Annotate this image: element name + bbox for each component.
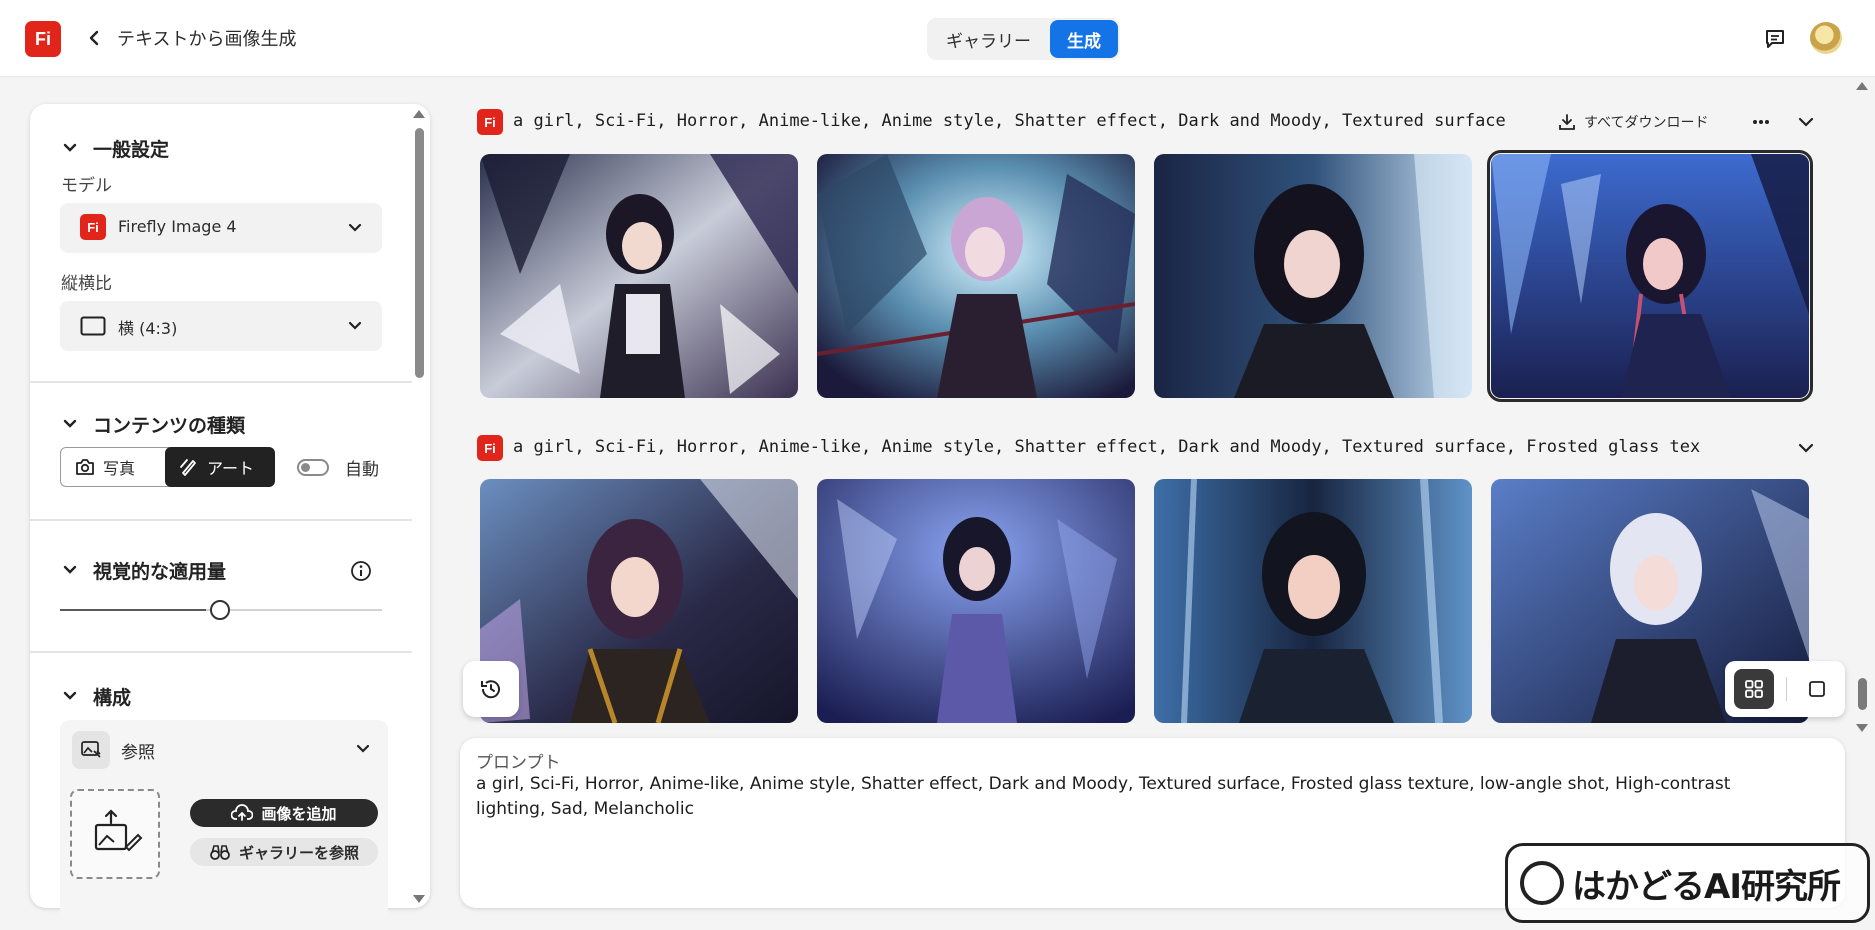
add-image-button[interactable]: 画像を追加 bbox=[190, 799, 378, 827]
section-title-general[interactable]: 一般設定 bbox=[93, 135, 169, 162]
main-scroll-down-icon[interactable] bbox=[1856, 724, 1868, 732]
section-title-composition[interactable]: 構成 bbox=[93, 683, 131, 710]
avatar[interactable] bbox=[1810, 22, 1842, 54]
result-image[interactable] bbox=[480, 154, 798, 398]
chevron-down-icon[interactable] bbox=[1797, 439, 1815, 457]
chevron-down-icon[interactable] bbox=[62, 416, 78, 432]
history-icon bbox=[481, 680, 500, 699]
result-image[interactable] bbox=[1154, 479, 1472, 723]
reference-image-icon bbox=[81, 741, 101, 758]
download-all-label: すべてダウンロード bbox=[1584, 115, 1709, 131]
result-image[interactable] bbox=[817, 154, 1135, 398]
section-title-content-type[interactable]: コンテンツの種類 bbox=[93, 411, 245, 438]
firefly-logo[interactable]: Fi bbox=[25, 21, 61, 57]
watermark-text: はかどるAI研究所 bbox=[1572, 866, 1841, 907]
grid-icon bbox=[1745, 680, 1763, 698]
auto-label: 自動 bbox=[345, 460, 379, 480]
intensity-slider-fill bbox=[60, 609, 206, 611]
toggle-knob bbox=[301, 463, 310, 472]
chevron-down-icon[interactable] bbox=[1797, 113, 1815, 131]
result-image-selected[interactable] bbox=[1487, 150, 1813, 402]
panel-scroll-down-icon[interactable] bbox=[413, 895, 425, 903]
result-image[interactable] bbox=[1154, 154, 1472, 398]
add-image-label: 画像を追加 bbox=[261, 804, 337, 823]
auto-toggle[interactable] bbox=[297, 459, 329, 476]
watermark-logo: はかどるAI研究所 bbox=[1505, 843, 1870, 923]
browse-gallery-button[interactable]: ギャラリーを参照 bbox=[190, 838, 378, 866]
prompt-input[interactable]: a girl, Sci-Fi, Horror, Anime-like, Anim… bbox=[476, 772, 1776, 822]
binoculars-icon bbox=[210, 845, 230, 860]
divider bbox=[30, 381, 412, 383]
cloud-upload-icon bbox=[231, 804, 254, 821]
tab-generate[interactable]: 生成 bbox=[1050, 20, 1118, 58]
reference-upload-zone[interactable] bbox=[70, 789, 160, 879]
chevron-down-icon[interactable] bbox=[62, 562, 78, 578]
prompt-label: プロンプト bbox=[476, 753, 561, 773]
model-value: Firefly Image 4 bbox=[118, 217, 237, 236]
chevron-down-icon[interactable] bbox=[355, 741, 371, 757]
reference-icon-wrap bbox=[72, 731, 110, 769]
model-label: モデル bbox=[61, 176, 112, 196]
firefly-result-icon: Fi bbox=[477, 435, 503, 461]
mode-switch: ギャラリー 生成 bbox=[927, 18, 1120, 60]
camera-icon bbox=[76, 459, 94, 475]
upload-image-icon bbox=[94, 809, 143, 852]
chevron-down-icon[interactable] bbox=[347, 220, 363, 236]
result-prompt: a girl, Sci-Fi, Horror, Anime-like, Anim… bbox=[513, 437, 1701, 457]
info-icon[interactable] bbox=[350, 560, 372, 582]
result-image[interactable] bbox=[480, 479, 798, 723]
firefly-model-icon: Fi bbox=[80, 214, 106, 240]
download-icon bbox=[1559, 114, 1575, 130]
aspect-label: 縦横比 bbox=[61, 274, 112, 294]
divider bbox=[30, 519, 412, 521]
single-view-button[interactable] bbox=[1797, 669, 1837, 709]
divider bbox=[1786, 677, 1787, 701]
aspect-value: 横 (4:3) bbox=[118, 319, 178, 338]
download-all-button[interactable]: すべてダウンロード bbox=[1558, 112, 1708, 132]
photo-chip-label: 写真 bbox=[103, 459, 136, 478]
art-chip-label: アート bbox=[207, 459, 255, 478]
divider bbox=[30, 651, 412, 653]
firefly-result-icon: Fi bbox=[477, 109, 503, 135]
art-chip[interactable]: アート bbox=[165, 447, 275, 487]
brush-icon bbox=[180, 459, 196, 476]
main-scroll-up-icon[interactable] bbox=[1856, 82, 1868, 90]
section-title-visual-intensity[interactable]: 視覚的な適用量 bbox=[93, 557, 226, 584]
square-icon bbox=[1809, 681, 1825, 697]
tab-gallery[interactable]: ギャラリー bbox=[929, 20, 1048, 58]
more-options-icon[interactable] bbox=[1751, 112, 1771, 132]
result-prompt: a girl, Sci-Fi, Horror, Anime-like, Anim… bbox=[513, 111, 1506, 131]
chevron-down-icon[interactable] bbox=[347, 318, 363, 334]
chat-bubble-icon bbox=[1520, 861, 1564, 905]
grid-view-button[interactable] bbox=[1734, 669, 1774, 709]
aspect-dropdown[interactable] bbox=[60, 301, 382, 351]
panel-scroll-up-icon[interactable] bbox=[413, 110, 425, 118]
history-button[interactable] bbox=[463, 661, 519, 717]
chevron-left-icon[interactable] bbox=[84, 28, 104, 48]
page-title: テキストから画像生成 bbox=[117, 29, 297, 50]
main-scrollbar[interactable] bbox=[1858, 678, 1867, 710]
landscape-icon bbox=[80, 316, 106, 336]
top-bar: Fi テキストから画像生成 ギャラリー 生成 bbox=[0, 0, 1875, 77]
browse-gallery-label: ギャラリーを参照 bbox=[238, 843, 359, 862]
feedback-icon[interactable] bbox=[1763, 27, 1787, 51]
chevron-down-icon[interactable] bbox=[62, 140, 78, 156]
panel-scrollbar[interactable] bbox=[415, 128, 424, 378]
reference-label: 参照 bbox=[121, 743, 155, 763]
intensity-slider-handle[interactable] bbox=[210, 600, 230, 620]
chevron-down-icon[interactable] bbox=[62, 688, 78, 704]
result-image[interactable] bbox=[817, 479, 1135, 723]
